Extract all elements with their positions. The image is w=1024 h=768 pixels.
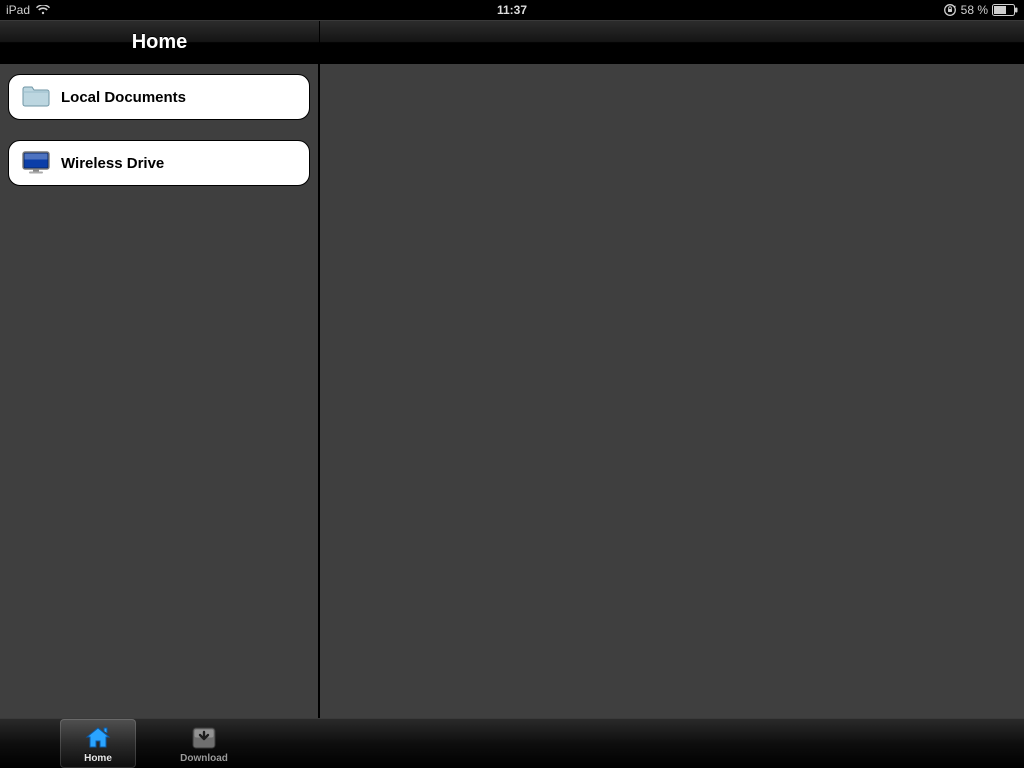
folder-icon bbox=[19, 85, 53, 109]
download-icon bbox=[191, 724, 217, 752]
home-icon bbox=[84, 724, 112, 752]
battery-percent: 58 % bbox=[961, 3, 988, 17]
page-title: Home bbox=[132, 31, 188, 54]
clock: 11:37 bbox=[0, 3, 1024, 17]
sidebar: Local Documents Wireless Drive bbox=[0, 64, 320, 718]
navigation-bar: Home bbox=[0, 20, 1024, 64]
nav-left: Home bbox=[0, 21, 320, 63]
content-area: Local Documents Wireless Drive bbox=[0, 64, 1024, 718]
tab-label: Home bbox=[84, 753, 112, 764]
device-label: iPad bbox=[6, 3, 30, 17]
sidebar-item-wireless-drive[interactable]: Wireless Drive bbox=[8, 140, 310, 186]
sidebar-item-label: Local Documents bbox=[61, 89, 186, 106]
orientation-lock-icon bbox=[943, 3, 957, 17]
tab-download[interactable]: Download bbox=[166, 719, 242, 768]
tab-label: Download bbox=[180, 753, 228, 764]
tab-bar: Home Download bbox=[0, 718, 1024, 768]
tab-home[interactable]: Home bbox=[60, 719, 136, 768]
detail-pane bbox=[320, 64, 1024, 718]
nav-right bbox=[320, 21, 1024, 63]
wifi-icon bbox=[36, 5, 50, 15]
battery-icon bbox=[992, 4, 1018, 16]
monitor-icon bbox=[19, 150, 53, 176]
sidebar-item-local-documents[interactable]: Local Documents bbox=[8, 74, 310, 120]
status-bar: iPad 11:37 58 % bbox=[0, 0, 1024, 20]
sidebar-item-label: Wireless Drive bbox=[61, 155, 164, 172]
